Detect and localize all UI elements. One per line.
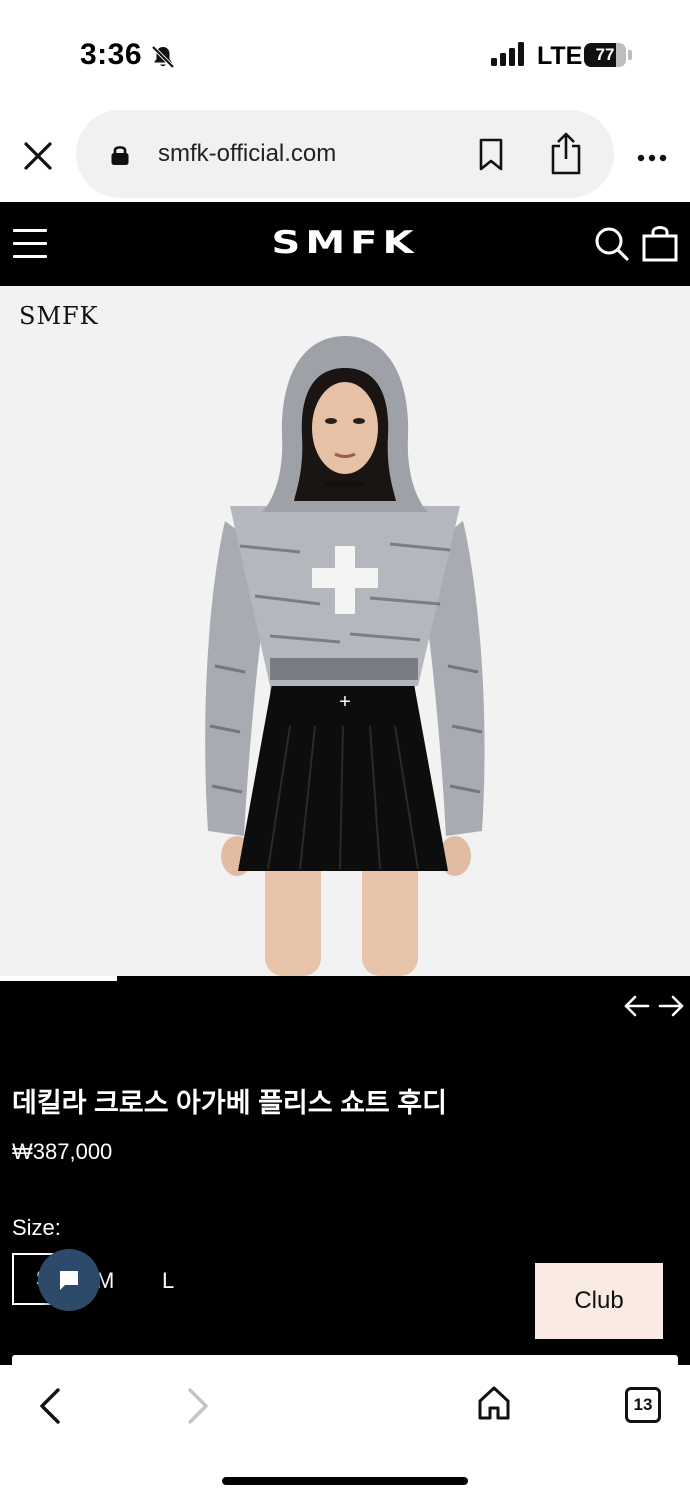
url-text[interactable]: smfk-official.com [158,140,336,168]
chat-icon [60,1271,78,1290]
arrow-right-icon[interactable] [658,995,684,1017]
network-type: LTE [537,42,583,70]
brand-tag: SMFK [19,302,99,330]
back-icon[interactable] [38,1387,62,1430]
shopping-bag-icon[interactable] [642,224,678,267]
lock-icon [110,143,130,172]
battery-tip [628,50,632,60]
product-image[interactable]: + SMFK [0,286,690,976]
tabs-icon[interactable]: 13 [625,1387,661,1423]
home-indicator [222,1477,468,1485]
search-icon[interactable] [594,226,630,267]
browser-url-row: smfk-official.com [0,110,690,202]
size-label: Size: [12,1215,61,1240]
home-icon[interactable] [476,1385,512,1426]
svg-text:+: + [339,691,351,713]
bookmark-icon[interactable] [478,138,504,177]
status-time: 3:36 [80,38,143,71]
battery-icon: 77 [584,43,626,67]
carousel-arrows [622,993,686,1024]
site-header: SMFK [0,202,690,286]
chat-button[interactable] [38,1249,100,1311]
signal-bars-icon [491,42,525,71]
browser-toolbar: 13 [0,1365,690,1500]
product-price: ₩387,000 [12,1139,113,1164]
more-icon[interactable] [636,150,668,168]
close-icon[interactable] [22,140,54,172]
add-to-cart-area[interactable] [12,1355,678,1365]
model-photo: + [205,336,485,976]
size-option-l[interactable]: L [162,1268,174,1294]
status-bar: 3:36 LTE 77 [0,0,690,110]
address-bar[interactable] [76,110,614,198]
battery-level: 77 [595,45,615,64]
club-button[interactable]: Club [535,1263,663,1339]
product-details: 데킬라 크로스 아가베 플리스 쇼트 후디 ₩387,000 Size: S M… [0,981,690,1365]
forward-icon[interactable] [186,1387,210,1430]
bell-slash-icon [150,44,176,75]
site-logo[interactable]: SMFK [0,225,690,261]
share-icon[interactable] [549,132,583,181]
product-title: 데킬라 크로스 아가베 플리스 쇼트 후디 [12,1088,447,1118]
arrow-left-icon[interactable] [624,995,650,1017]
